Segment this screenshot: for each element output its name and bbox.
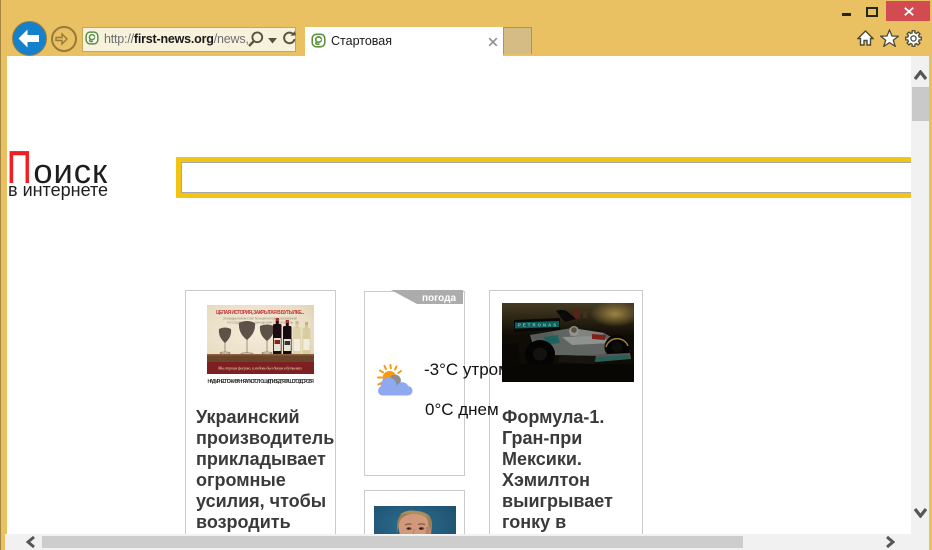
svg-text:ЦЕЛАЯ ИСТОРИЯ, ЗАКРЫТАЯ В БУТЫ: ЦЕЛАЯ ИСТОРИЯ, ЗАКРЫТАЯ В БУТЫЛКЕ...	[216, 310, 305, 316]
svg-text:погода: погода	[422, 293, 457, 304]
svg-text:НАДМІРНЕ СПОЖИВАННЯ АЛКОГОЛЮ Ш: НАДМІРНЕ СПОЖИВАННЯ АЛКОГОЛЮ ШКІДЛИВЕ ДЛ…	[207, 379, 314, 385]
svg-text:его создателями — виноделами с: его создателями — виноделами старой школ…	[227, 321, 294, 325]
